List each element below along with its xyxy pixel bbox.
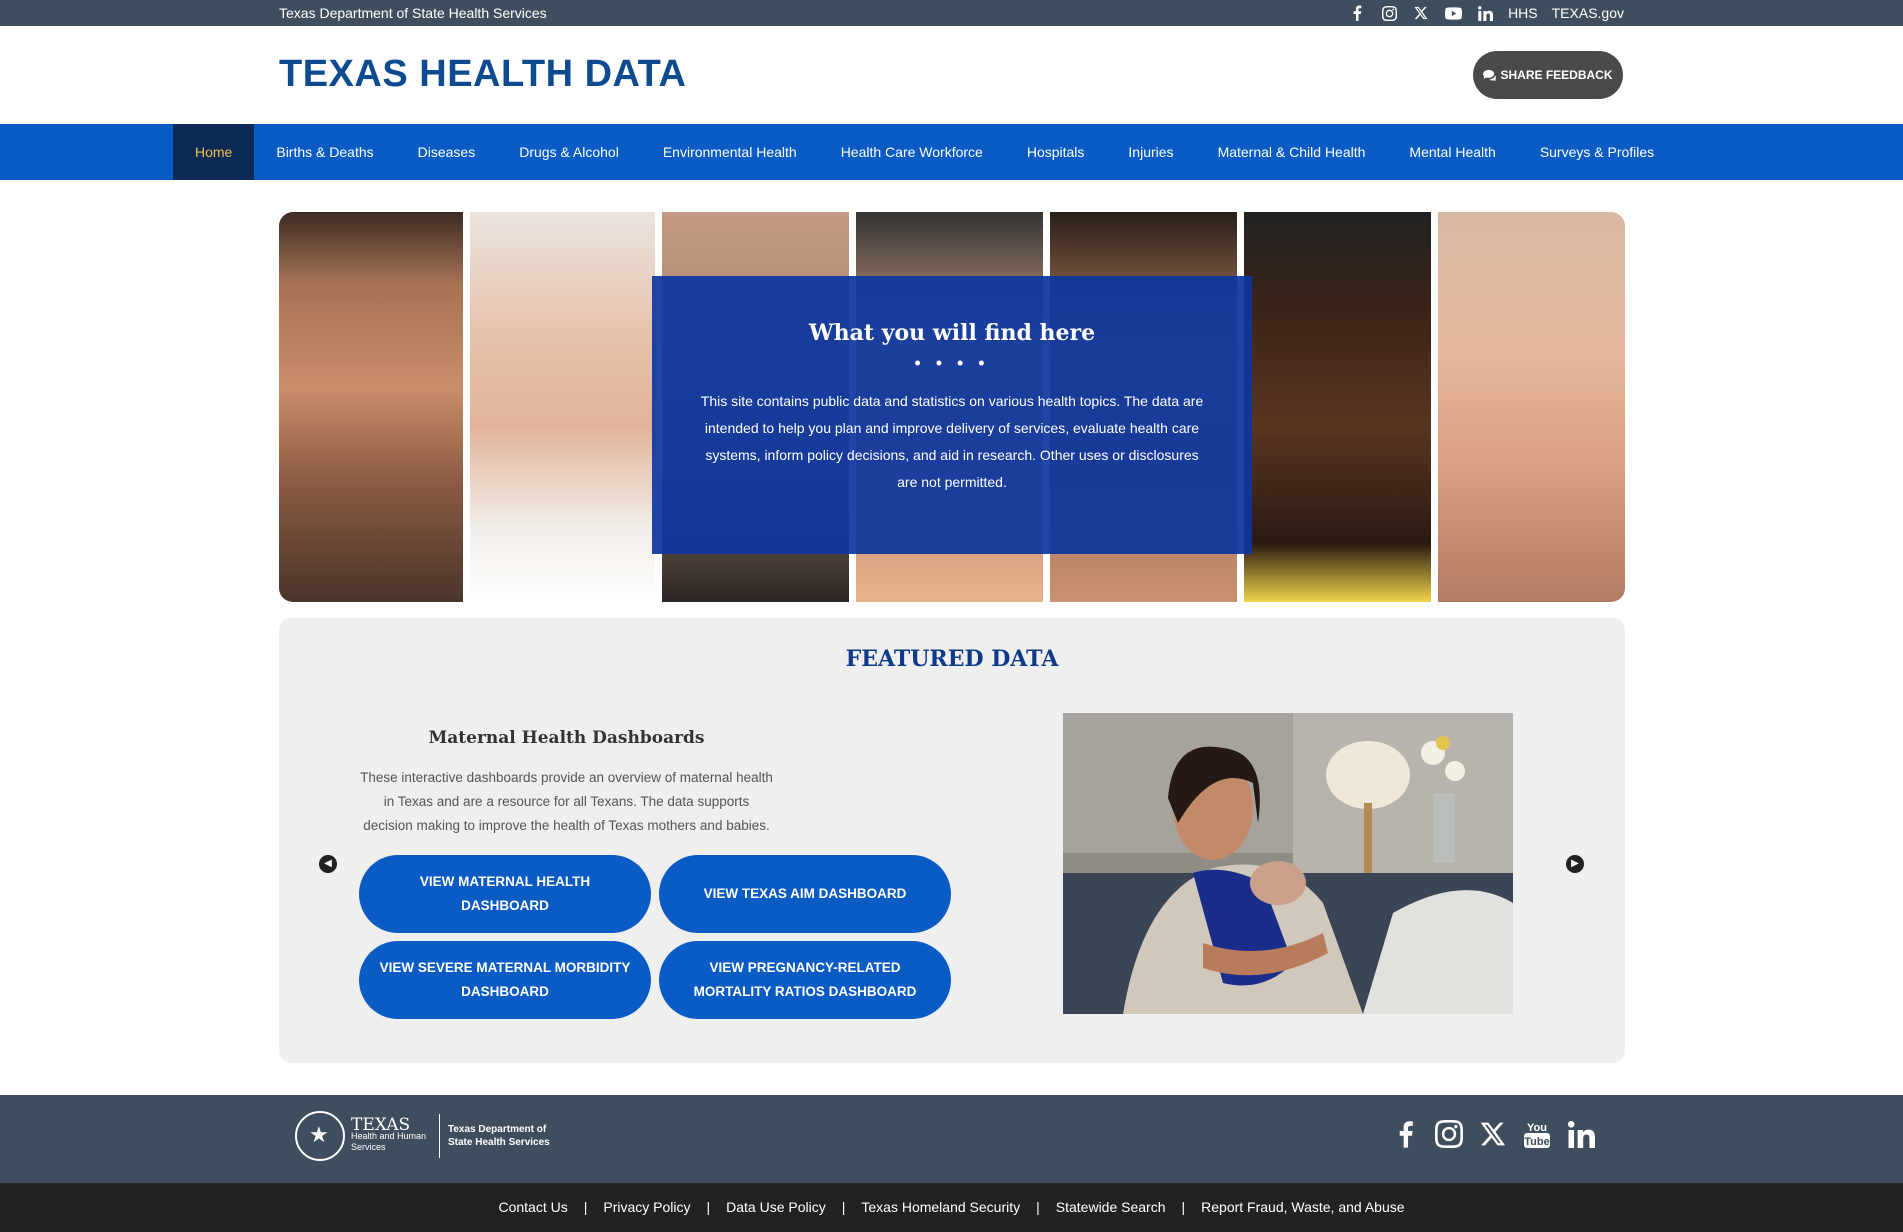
footer-top: TEXAS Health and Human Services Texas De… <box>0 1095 1903 1183</box>
view-maternal-health-dashboard-button[interactable]: VIEW MATERNAL HEALTH DASHBOARD <box>359 855 651 933</box>
footer-link-statewide-search[interactable]: Statewide Search <box>1040 1199 1182 1215</box>
footer-link-data-use-policy[interactable]: Data Use Policy <box>710 1199 842 1215</box>
footer-social: You Tube <box>1390 1117 1596 1151</box>
linkedin-icon[interactable] <box>1566 1117 1596 1151</box>
featured-data-section: FEATURED DATA ◀ ▶ Maternal Health Dashbo… <box>279 618 1625 1063</box>
view-severe-maternal-morbidity-dashboard-button[interactable]: VIEW SEVERE MATERNAL MORBIDITY DASHBOARD <box>359 941 651 1019</box>
nav-item-births-deaths[interactable]: Births & Deaths <box>254 124 395 180</box>
site-title[interactable]: TEXAS HEALTH DATA <box>279 53 686 96</box>
footer-logo-dshs: Texas Department of State Health Service… <box>448 1124 550 1148</box>
instagram-icon[interactable] <box>1434 1117 1464 1151</box>
svg-text:Tube: Tube <box>1524 1136 1549 1148</box>
footer-link-privacy-policy[interactable]: Privacy Policy <box>587 1199 706 1215</box>
hero-text: This site contains public data and stati… <box>700 393 1204 490</box>
svg-text:You: You <box>1527 1122 1547 1134</box>
featured-title: FEATURED DATA <box>845 646 1059 672</box>
hero-banner: What you will find here • • • • This sit… <box>279 212 1625 602</box>
footer-link-homeland-security[interactable]: Texas Homeland Security <box>845 1199 1036 1215</box>
agency-name: Texas Department of State Health Service… <box>279 5 547 21</box>
x-icon[interactable] <box>1478 1117 1508 1151</box>
linkedin-icon[interactable] <box>1476 4 1494 22</box>
carousel-prev-icon[interactable]: ◀ <box>319 855 337 873</box>
hero-info-box: What you will find here • • • • This sit… <box>652 276 1252 554</box>
footer-link-report-fraud[interactable]: Report Fraud, Waste, and Abuse <box>1185 1199 1420 1215</box>
main-nav: Home Births & Deaths Diseases Drugs & Al… <box>0 124 1903 180</box>
share-feedback-button[interactable]: SHARE FEEDBACK <box>1473 51 1623 99</box>
share-feedback-label: SHARE FEEDBACK <box>1500 68 1613 82</box>
hero-title: What you will find here <box>808 320 1096 346</box>
nav-item-hospitals[interactable]: Hospitals <box>1005 124 1107 180</box>
hhs-link[interactable]: HHS <box>1508 5 1538 21</box>
nav-item-home[interactable]: Home <box>173 124 255 180</box>
facebook-icon[interactable] <box>1390 1117 1420 1151</box>
top-links: HHS TEXAS.gov <box>1348 4 1624 22</box>
card-title: Maternal Health Dashboards <box>428 728 705 748</box>
youtube-icon[interactable] <box>1444 4 1462 22</box>
nav-list: Home Births & Deaths Diseases Drugs & Al… <box>173 124 1676 180</box>
nav-item-injuries[interactable]: Injuries <box>1106 124 1195 180</box>
footer-logo[interactable]: TEXAS Health and Human Services Texas De… <box>295 1111 568 1161</box>
site-header: TEXAS HEALTH DATA SHARE FEEDBACK <box>0 26 1903 124</box>
footer-logo-hhs: Health and Human Services <box>351 1130 427 1152</box>
nav-item-environmental-health[interactable]: Environmental Health <box>641 124 819 180</box>
instagram-icon[interactable] <box>1380 4 1398 22</box>
card-description: These interactive dashboards provide an … <box>360 770 773 833</box>
youtube-icon[interactable]: You Tube <box>1522 1117 1552 1151</box>
face-photo-1 <box>279 212 463 602</box>
nav-item-surveys-profiles[interactable]: Surveys & Profiles <box>1518 124 1676 180</box>
nav-item-mental-health[interactable]: Mental Health <box>1387 124 1517 180</box>
face-photo-6 <box>1244 212 1431 602</box>
hero-dots: • • • • <box>914 353 990 373</box>
nav-item-health-care-workforce[interactable]: Health Care Workforce <box>819 124 1005 180</box>
mother-baby-photo <box>1063 713 1513 1014</box>
nav-item-diseases[interactable]: Diseases <box>396 124 498 180</box>
x-icon[interactable] <box>1412 4 1430 22</box>
face-photo-7 <box>1438 212 1625 602</box>
view-texas-aim-dashboard-button[interactable]: VIEW TEXAS AIM DASHBOARD <box>659 855 951 933</box>
footer-logo-texas: TEXAS <box>351 1114 411 1135</box>
footer-link-contact-us[interactable]: Contact Us <box>482 1199 583 1215</box>
texas-gov-link[interactable]: TEXAS.gov <box>1552 5 1624 21</box>
carousel-next-icon[interactable]: ▶ <box>1566 855 1584 873</box>
nav-item-maternal-child-health[interactable]: Maternal & Child Health <box>1196 124 1388 180</box>
comments-icon <box>1483 69 1497 81</box>
footer-bottom: Contact Us | Privacy Policy | Data Use P… <box>0 1183 1903 1232</box>
texas-seal-icon <box>295 1111 345 1161</box>
face-photo-2 <box>470 212 655 602</box>
view-pregnancy-related-mortality-button[interactable]: VIEW PREGNANCY-RELATED MORTALITY RATIOS … <box>659 941 951 1019</box>
nav-item-drugs-alcohol[interactable]: Drugs & Alcohol <box>497 124 641 180</box>
footer-logo-divider <box>439 1114 440 1158</box>
footer-links: Contact Us | Privacy Policy | Data Use P… <box>0 1199 1903 1215</box>
top-bar: Texas Department of State Health Service… <box>0 0 1903 26</box>
facebook-icon[interactable] <box>1348 4 1366 22</box>
